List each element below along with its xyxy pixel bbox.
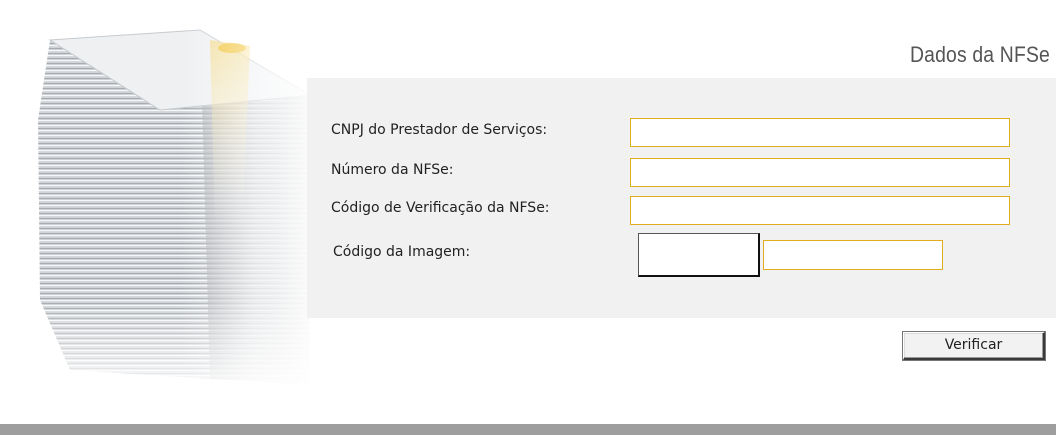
captcha-image [638,233,760,277]
verification-code-label: Código de Verificação da NFSe: [331,200,550,216]
captcha-label: Código da Imagem: [333,244,471,260]
cnpj-label: CNPJ do Prestador de Serviços: [331,122,548,138]
verification-code-input[interactable] [630,196,1010,225]
nfse-verification-page: Dados da NFSe CNPJ do Prestador de Servi… [0,0,1056,435]
section-title: Dados da NFSe [909,42,1050,67]
captcha-input[interactable] [763,240,943,270]
nfse-number-label: Número da NFSe: [331,162,454,178]
footer-bar [0,424,1056,435]
cnpj-input[interactable] [630,118,1010,147]
verify-button[interactable]: Verificar [903,332,1045,360]
paper-stack-icon [10,0,320,400]
nfse-number-input[interactable] [630,158,1010,187]
nfse-form: CNPJ do Prestador de Serviços: Número da… [307,78,1056,318]
